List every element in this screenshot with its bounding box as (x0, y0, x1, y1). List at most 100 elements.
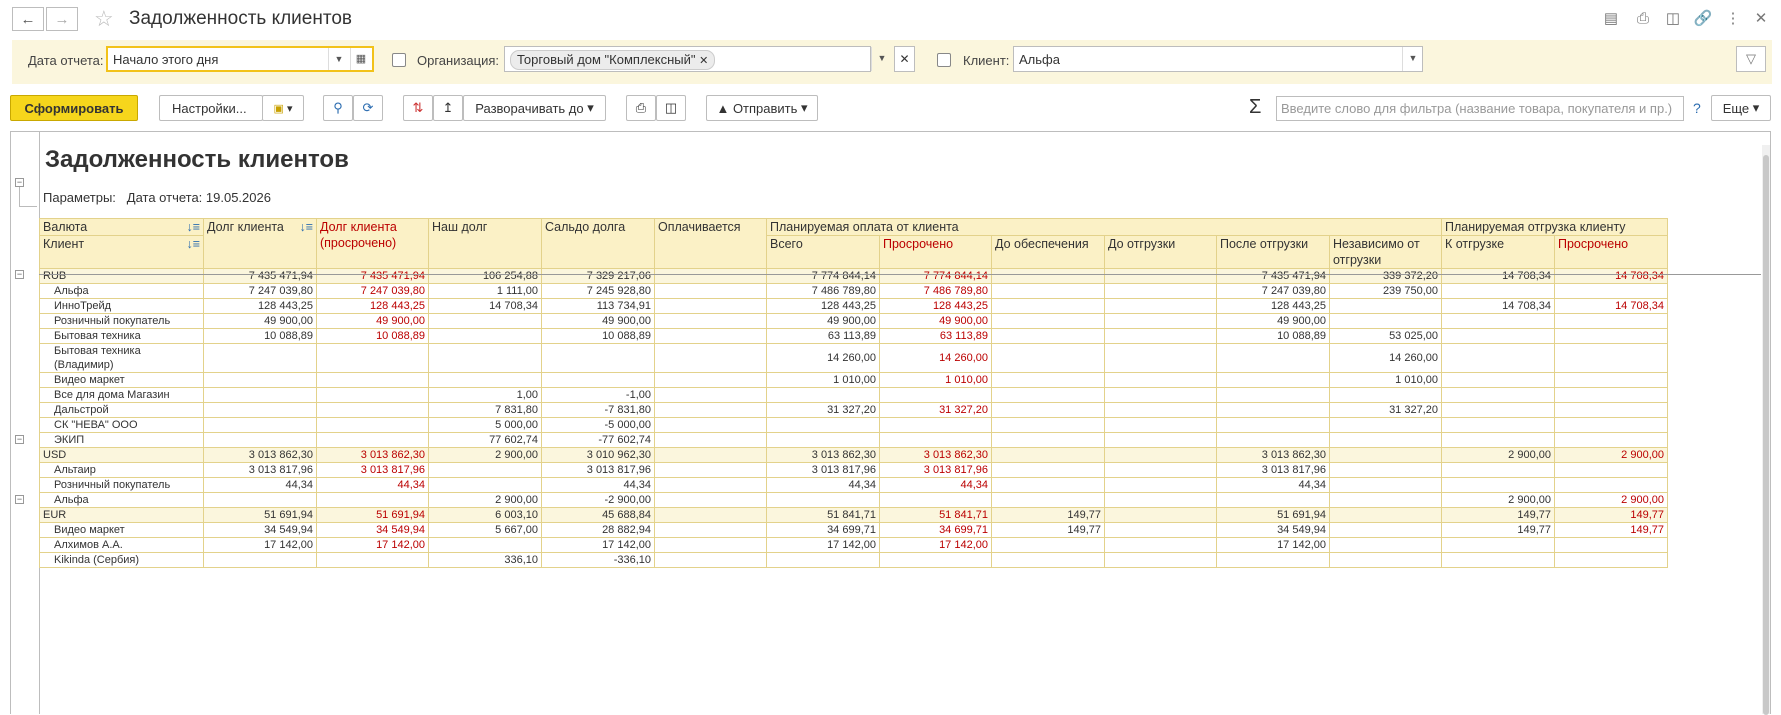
value-cell: 106 254,88 (428, 268, 542, 284)
help-link[interactable]: ? (1693, 100, 1701, 116)
find-button[interactable]: ⚲ (323, 95, 353, 121)
favorite-star-icon[interactable]: ☆ (94, 6, 114, 32)
table-row[interactable]: Альфа 2 900,00 -2 900,00 2 900,00 2 900,00 (39, 492, 1668, 508)
group-row[interactable]: USD 3 013 862,30 3 013 862,30 2 900,00 3 010… (39, 447, 1668, 463)
sum-icon[interactable]: Σ (1249, 96, 1261, 119)
header-our-debt: Наш долг (428, 218, 542, 269)
collapse-params-icon[interactable]: − (15, 178, 24, 187)
value-cell (991, 462, 1105, 478)
header-currency[interactable]: Валюта ↓≡ (39, 218, 204, 236)
value-cell: 51 841,71 (766, 507, 880, 523)
report-title: Задолженность клиентов (45, 146, 349, 173)
table-row[interactable]: Розничный покупатель 49 900,00 49 900,00 49… (39, 313, 1668, 329)
settings-button[interactable]: Настройки... (159, 95, 263, 121)
group-row[interactable]: RUB 7 435 471,94 7 435 471,94 106 254,88 7 3… (39, 268, 1668, 284)
chevron-down-icon[interactable]: ▼ (871, 47, 892, 71)
header-client[interactable]: Клиент ↓≡ (39, 235, 204, 269)
table-row[interactable]: ИнноТрейд 128 443,25 128 443,25 14 708,34 11… (39, 298, 1668, 314)
more-vertical-icon[interactable]: ⋮ (1723, 9, 1743, 29)
org-checkbox[interactable] (392, 53, 406, 67)
table-row[interactable]: Видео маркет 1 010,00 1 010,00 1 010,00 (39, 372, 1668, 388)
forward-button[interactable]: → (46, 7, 78, 31)
scrollbar-thumb[interactable] (1763, 155, 1769, 715)
print-preview-button[interactable]: ◫ (656, 95, 686, 121)
value-cell: 336,10 (428, 552, 542, 568)
expand-to-dropdown[interactable]: Разворачивать до ▾ (463, 95, 606, 121)
variants-dropdown[interactable]: ▣ ▾ (262, 95, 304, 121)
sort-icon[interactable]: ↓≡ (186, 220, 200, 235)
params-label: Параметры: (43, 190, 116, 205)
value-cell (1329, 537, 1442, 553)
link-icon[interactable]: 🔗 (1693, 9, 1713, 29)
collapse-group-icon[interactable]: − (15, 494, 24, 504)
close-icon[interactable]: ✕ (1751, 9, 1771, 29)
client-cell: Дальстрой (39, 402, 204, 418)
client-checkbox[interactable] (937, 53, 951, 67)
client-cell: Видео маркет (39, 522, 204, 538)
value-cell (654, 462, 767, 478)
table-row[interactable]: Альфа 7 247 039,80 7 247 039,80 1 111,00 7 2… (39, 283, 1668, 299)
value-cell (991, 343, 1105, 373)
table-row[interactable]: Kikinda (Сербия) 336,10 -336,10 (39, 552, 1668, 568)
header-client-debt[interactable]: Долг клиента ↓≡ (203, 218, 317, 269)
group-row[interactable]: EUR 51 691,94 51 691,94 6 003,10 45 688,84 51… (39, 507, 1668, 523)
preview-icon[interactable]: ◫ (1663, 9, 1683, 29)
print-icon[interactable]: ⎙ (1633, 9, 1653, 29)
collapse-group-icon[interactable]: − (15, 434, 24, 444)
value-cell: 128 443,25 (1216, 298, 1330, 314)
org-clear-button[interactable]: ✕ (894, 46, 915, 72)
calendar-icon[interactable]: ▦ (350, 48, 371, 70)
print-button[interactable]: ⎙ (626, 95, 656, 121)
printer-icon: ⎙ (635, 100, 647, 115)
value-cell: 17 142,00 (766, 537, 880, 553)
value-cell (1329, 387, 1442, 403)
value-cell (1441, 432, 1555, 448)
table-row[interactable]: СК "НЕВА" ООО 5 000,00 -5 000,00 (39, 417, 1668, 433)
generate-button[interactable]: Сформировать (10, 95, 138, 121)
value-cell (1554, 537, 1668, 553)
value-cell (1216, 343, 1330, 373)
chevron-down-icon[interactable]: ▼ (328, 48, 349, 70)
value-cell: 10 088,89 (316, 328, 429, 344)
value-cell (1329, 298, 1442, 314)
save-icon[interactable]: ▤ (1601, 9, 1621, 29)
chevron-down-icon[interactable]: ▼ (1402, 47, 1423, 71)
table-row[interactable]: Бытовая техника 10 088,89 10 088,89 10 088,… (39, 328, 1668, 344)
find-next-button[interactable]: ⟳ (353, 95, 383, 121)
value-cell (654, 507, 767, 523)
table-row[interactable]: Алхимов А.А. 17 142,00 17 142,00 17 142,00 1… (39, 537, 1668, 553)
date-field[interactable]: Начало этого дня ▼ ▦ (106, 46, 374, 72)
back-button[interactable]: ← (12, 7, 44, 31)
client-field[interactable]: Альфа ▼ (1013, 46, 1423, 72)
expand-groups-button[interactable]: ⇅ (403, 95, 433, 121)
tag-remove-icon[interactable]: ✕ (699, 55, 708, 67)
table-row[interactable]: ЭКИП 77 602,74 -77 602,74 (39, 432, 1668, 448)
table-row[interactable]: Дальстрой 7 831,80 -7 831,80 31 327,20 31 32… (39, 402, 1668, 418)
org-field[interactable]: Торговый дом "Комплексный" ✕ ▼ (504, 46, 886, 72)
value-cell: 49 900,00 (541, 313, 655, 329)
value-cell (316, 492, 429, 508)
value-cell: 2 900,00 (428, 447, 542, 463)
filter-settings-button[interactable]: ▽ (1736, 46, 1766, 72)
value-cell: 49 900,00 (1216, 313, 1330, 329)
value-cell (316, 372, 429, 388)
table-row[interactable]: Розничный покупатель 44,34 44,34 44,34 44,34… (39, 477, 1668, 493)
collapse-group-icon[interactable]: − (15, 269, 24, 279)
sort-icon[interactable]: ↓≡ (186, 237, 200, 253)
value-cell (428, 343, 542, 373)
table-row[interactable]: Видео маркет 34 549,94 34 549,94 5 667,00 28… (39, 522, 1668, 538)
send-dropdown[interactable]: ▲ Отправить ▾ (706, 95, 818, 121)
sort-icon[interactable]: ↓≡ (299, 220, 313, 236)
table-row[interactable]: Альтаир 3 013 817,96 3 013 817,96 3 013 817… (39, 462, 1668, 478)
client-cell: Альфа (39, 492, 204, 508)
table-row[interactable]: Все для дома Магазин 1,00 -1,00 (39, 387, 1668, 403)
filter-search-input[interactable]: Введите слово для фильтра (название това… (1276, 96, 1684, 121)
table-row[interactable]: Бытовая техника (Владимир) 14 260,00 14 260… (39, 343, 1668, 373)
value-cell (316, 552, 429, 568)
more-dropdown[interactable]: Еще ▾ (1711, 95, 1771, 121)
currency-cell: RUB (39, 268, 204, 284)
collapse-groups-button[interactable]: ↥ (433, 95, 463, 121)
vertical-scrollbar[interactable] (1762, 145, 1770, 715)
search-icon: ⚲ (333, 100, 343, 115)
value-cell (1329, 522, 1442, 538)
